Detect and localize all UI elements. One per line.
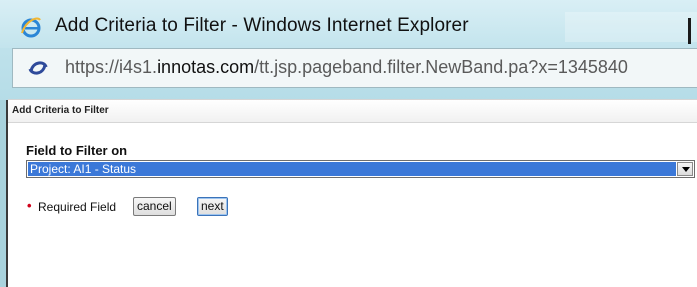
window-titlebar[interactable]: Add Criteria to Filter - Windows Interne… — [0, 0, 697, 48]
page-header: Add Criteria to Filter — [8, 100, 697, 123]
next-button[interactable]: next — [197, 197, 228, 216]
url-host: innotas.com — [157, 57, 255, 77]
window-edge — [688, 18, 691, 44]
page-loading-icon — [28, 61, 48, 75]
browser-window: Add Criteria to Filter - Windows Interne… — [0, 0, 697, 287]
background-window-ghost — [565, 12, 697, 42]
url-prefix: https://i4s1. — [65, 57, 158, 77]
url-path: /tt.jsp.pageband.filter.NewBand.pa?x=134… — [254, 57, 628, 77]
address-bar[interactable]: https://i4s1.innotas.com/tt.jsp.pageband… — [12, 48, 697, 88]
chevron-down-icon[interactable] — [677, 162, 693, 176]
field-label: Field to Filter on — [26, 143, 128, 158]
required-marker: • — [27, 198, 32, 213]
cancel-button[interactable]: cancel — [133, 197, 176, 216]
page-title: Add Criteria to Filter — [12, 105, 109, 116]
window-title: Add Criteria to Filter - Windows Interne… — [55, 15, 469, 36]
url-text[interactable]: https://i4s1.innotas.com/tt.jsp.pageband… — [65, 57, 628, 78]
internet-explorer-icon — [21, 17, 41, 38]
selected-field-value: Project: AI1 - Status — [28, 162, 676, 176]
field-select[interactable]: Project: AI1 - Status — [26, 160, 695, 178]
page-content: Add Criteria to Filter Field to Filter o… — [8, 99, 697, 287]
required-field-label: Required Field — [38, 200, 117, 214]
